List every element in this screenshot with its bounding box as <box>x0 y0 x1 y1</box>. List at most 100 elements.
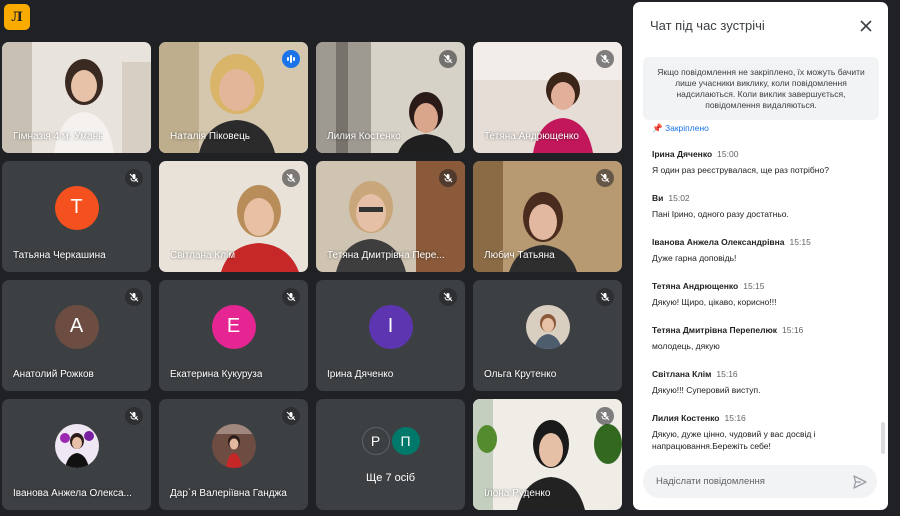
participant-avatar: I <box>368 304 413 349</box>
participant-name: Екатерина Кукуруза <box>170 369 263 380</box>
chat-message: Тетяна Дмитрівна Перепелюк 15:16 молодець… <box>652 325 867 369</box>
participant-name: Наталія Піковець <box>170 131 250 142</box>
message-time: 15:15 <box>789 237 811 247</box>
mic-off-icon <box>439 50 457 68</box>
participant-tile[interactable]: E Екатерина Кукуруза <box>159 280 308 391</box>
send-icon <box>853 475 867 489</box>
participant-photo-avatar <box>211 423 256 468</box>
chat-message: Тетяна Андрющенко 15:15 Дякую! Щиро, ціка… <box>652 281 867 325</box>
chat-input-box[interactable] <box>643 465 877 498</box>
participant-name: Гімназія 4 м. Умань <box>13 131 104 142</box>
participant-tile[interactable]: Лилия Костенко <box>316 42 465 153</box>
participant-name: Світлана Клім <box>170 250 236 261</box>
participant-tile[interactable]: A Анатолий Рожков <box>2 280 151 391</box>
participant-avatar: A <box>54 304 99 349</box>
message-time: 15:15 <box>743 281 765 291</box>
message-text: Дякую!!! Суперовий виступ. <box>652 385 761 395</box>
more-participants-avatars: P П <box>361 427 420 456</box>
mic-off-icon <box>125 288 143 306</box>
message-text: Пані Ірино, одного разу достатньо. <box>652 209 789 219</box>
speaking-indicator-icon <box>282 50 300 68</box>
message-author: Тетяна Дмитрівна Перепелюк <box>652 325 777 335</box>
message-author: Лилия Костенко <box>652 413 720 423</box>
participant-name: Іванова Анжела Олекса... <box>13 488 132 499</box>
participant-tile[interactable]: Ілона Руденко <box>473 399 622 510</box>
mic-off-icon <box>125 169 143 187</box>
message-author: Іванова Анжела Олександрівна <box>652 237 785 247</box>
participant-grid: Гімназія 4 м. Умань Наталія Піковець Лил… <box>2 42 623 512</box>
mic-off-icon <box>439 169 457 187</box>
participant-name: Анатолий Рожков <box>13 369 94 380</box>
participant-name: Ірина Дяченко <box>327 369 394 380</box>
more-participants-tile[interactable]: P П Ще 7 осіб <box>316 399 465 510</box>
participant-tile[interactable]: Гімназія 4 м. Умань <box>2 42 151 153</box>
message-text: Дякую, дуже цінно, чудовий у вас досвід … <box>652 429 816 451</box>
mic-off-icon <box>596 288 614 306</box>
chat-message: Іванова Анжела Олександрівна 15:15 Дуже г… <box>652 237 867 281</box>
close-icon <box>860 20 872 32</box>
participant-tile[interactable]: I Ірина Дяченко <box>316 280 465 391</box>
participant-tile[interactable]: Тетяна Андрющенко <box>473 42 622 153</box>
message-author: Ірина Дяченко <box>652 149 713 159</box>
message-time: 15:00 <box>717 149 739 159</box>
app-logo: Л <box>4 4 30 30</box>
message-time: 15:02 <box>668 193 690 203</box>
send-button[interactable] <box>851 473 869 491</box>
participant-name: Лилия Костенко <box>327 131 401 142</box>
close-chat-button[interactable] <box>856 16 876 36</box>
chat-message: Лилия Костенко 15:16 Дякую, дуже цінно, ч… <box>652 413 867 467</box>
participant-tile[interactable]: Ольга Крутенко <box>473 280 622 391</box>
chat-message: Світлана Клім 15:16 Дякую!!! Суперовий ви… <box>652 369 867 413</box>
participant-name: Ольга Крутенко <box>484 369 557 380</box>
participant-name: Ілона Руденко <box>484 488 551 499</box>
participant-photo-avatar <box>525 304 570 349</box>
mic-off-icon <box>125 407 143 425</box>
participant-name: Тетяна Дмитрівна Пере... <box>327 250 445 261</box>
participant-name: Любич Татьяна <box>484 250 555 261</box>
chat-messages: Ірина Дяченко 15:00 Я один раз реєструвал… <box>652 149 867 467</box>
chat-scrollbar[interactable] <box>881 422 885 454</box>
more-participants-label: Ще 7 осіб <box>365 472 416 484</box>
participant-tile[interactable]: Тетяна Дмитрівна Пере... <box>316 161 465 272</box>
mic-off-icon <box>439 288 457 306</box>
participant-tile[interactable]: Дар`я Валеріївна Ганджа <box>159 399 308 510</box>
participant-tile[interactable]: Любич Татьяна <box>473 161 622 272</box>
message-author: Тетяна Андрющенко <box>652 281 739 291</box>
mic-off-icon <box>596 407 614 425</box>
participant-name: Татьяна Черкашина <box>13 250 106 261</box>
participant-tile[interactable]: Іванова Анжела Олекса... <box>2 399 151 510</box>
participant-photo-avatar <box>54 423 99 468</box>
pin-icon: 📌 <box>652 123 663 133</box>
participant-name: Тетяна Андрющенко <box>484 131 579 142</box>
message-time: 15:16 <box>724 413 746 423</box>
mic-off-icon <box>282 169 300 187</box>
pinned-label: Закріплено <box>664 123 709 133</box>
pinned-link[interactable]: 📌 Закріплено <box>652 123 709 134</box>
chat-panel: Чат під час зустрічі Якщо повідомлення н… <box>633 2 888 510</box>
participant-tile-speaking[interactable]: Наталія Піковець <box>159 42 308 153</box>
mic-off-icon <box>282 288 300 306</box>
participant-avatar: T <box>54 185 99 230</box>
mic-off-icon <box>596 169 614 187</box>
message-text: молодець, дякую <box>652 341 720 351</box>
message-text: Я один раз реєструвалася, ще раз потрібн… <box>652 165 829 175</box>
chat-notice: Якщо повідомлення не закріплено, їх можу… <box>643 57 879 120</box>
message-author: Світлана Клім <box>652 369 712 379</box>
message-time: 15:16 <box>782 325 804 335</box>
mic-off-icon <box>282 407 300 425</box>
message-author: Ви <box>652 193 664 203</box>
chat-message: Ірина Дяченко 15:00 Я один раз реєструвал… <box>652 149 867 193</box>
message-time: 15:16 <box>716 369 738 379</box>
chat-title: Чат під час зустрічі <box>650 18 765 33</box>
participant-tile[interactable]: T Татьяна Черкашина <box>2 161 151 272</box>
message-text: Дякую! Щиро, цікаво, корисно!!! <box>652 297 777 307</box>
participant-avatar: P <box>361 427 390 456</box>
participant-avatar: E <box>211 304 256 349</box>
participant-name: Дар`я Валеріївна Ганджа <box>170 488 287 499</box>
participant-avatar: П <box>391 427 420 456</box>
message-text: Дуже гарна доповідь! <box>652 253 737 263</box>
participant-tile[interactable]: Світлана Клім <box>159 161 308 272</box>
mic-off-icon <box>596 50 614 68</box>
chat-message-input[interactable] <box>656 476 836 487</box>
chat-message: Ви 15:02 Пані Ірино, одного разу достатнь… <box>652 193 867 237</box>
